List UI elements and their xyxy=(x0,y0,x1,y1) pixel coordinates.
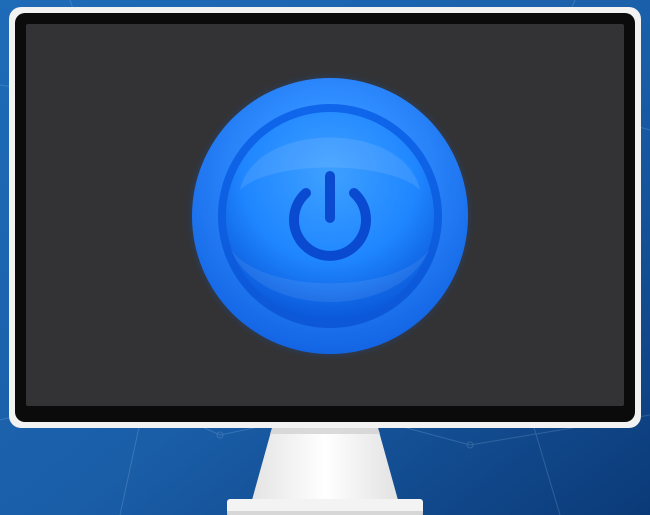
power-button[interactable] xyxy=(190,76,470,356)
stand-shadow xyxy=(270,428,380,434)
stand-base-shadow xyxy=(227,511,423,515)
stand-neck xyxy=(252,428,398,500)
scene-canvas xyxy=(0,0,650,515)
monitor-scene xyxy=(0,0,650,515)
